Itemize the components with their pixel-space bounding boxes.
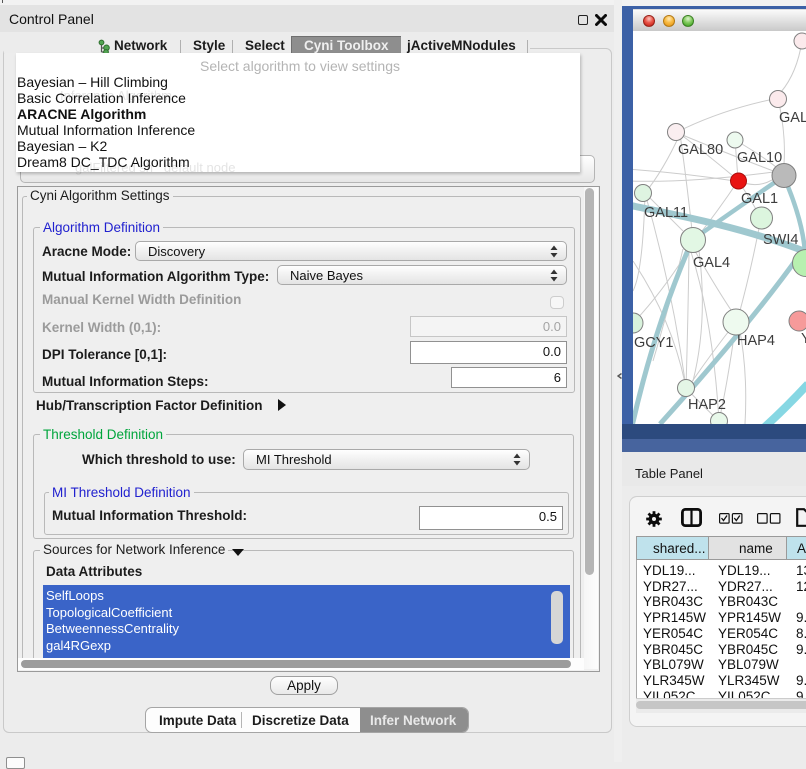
svg-text:GAL1: GAL1	[741, 191, 778, 207]
svg-text:GCY1: GCY1	[634, 335, 674, 351]
svg-text:HAP4: HAP4	[737, 333, 775, 349]
svg-text:GAL80: GAL80	[678, 142, 723, 158]
svg-text:GAL10: GAL10	[737, 150, 782, 166]
svg-text:GAL: GAL	[779, 110, 806, 126]
svg-text:Y: Y	[801, 331, 806, 347]
svg-text:HAP2: HAP2	[688, 397, 726, 413]
svg-text:SWI4: SWI4	[763, 232, 798, 248]
svg-text:GAL11: GAL11	[644, 205, 688, 221]
svg-text:GAL4: GAL4	[693, 255, 730, 271]
